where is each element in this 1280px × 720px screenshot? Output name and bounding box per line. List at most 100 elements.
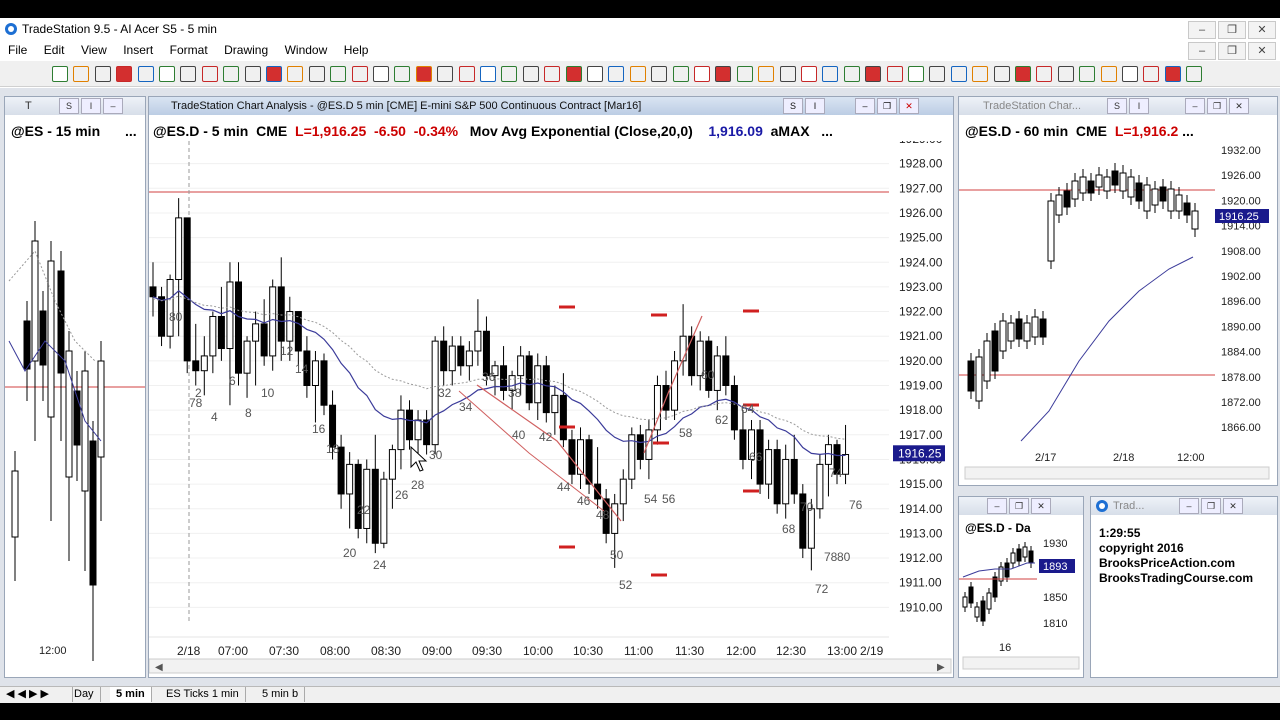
right-chart-plot[interactable]: 1932.001926.001920.001914.001908.001902.… [959, 141, 1277, 483]
tab-es-ticks[interactable]: ES Ticks 1 min [160, 687, 246, 702]
toolbar-tool-icon[interactable] [330, 66, 347, 82]
toolbar-tool-icon[interactable] [1122, 66, 1138, 82]
close-button[interactable]: ✕ [1248, 21, 1276, 39]
toolbar-tool-icon[interactable] [736, 66, 753, 82]
toolbar-tool-icon[interactable] [1186, 66, 1203, 82]
toolbar-tool-icon[interactable] [1164, 66, 1181, 82]
toolbar-tool-icon[interactable] [544, 66, 561, 82]
toolbar-tool-icon[interactable] [779, 66, 796, 82]
mdi-minimize-button[interactable]: – [1188, 42, 1216, 60]
toolbar-tool-icon[interactable] [94, 66, 111, 82]
toolbar-tool-icon[interactable] [159, 66, 175, 82]
menu-file[interactable]: File [2, 40, 33, 57]
right-chart-titlebar[interactable]: TradeStation Char... SI – ❐ ✕ [959, 97, 1277, 115]
s-icon[interactable]: S [59, 98, 79, 114]
info-window[interactable]: Trad... – ❐ ✕ 1:29:55 copyright 2016 Brook… [1090, 496, 1278, 678]
toolbar-tool-icon[interactable] [394, 66, 411, 82]
toolbar-tool-icon[interactable] [73, 66, 90, 82]
toolbar-tool-icon[interactable] [672, 66, 689, 82]
restore-icon[interactable]: ❐ [877, 98, 897, 114]
menu-view[interactable]: View [75, 40, 113, 57]
toolbar-tool-icon[interactable] [373, 66, 389, 82]
toolbar-tool-icon[interactable] [822, 66, 839, 82]
close-icon[interactable]: ✕ [1229, 98, 1249, 114]
toolbar-tool-icon[interactable] [886, 66, 903, 82]
mdi-close-button[interactable]: ✕ [1248, 42, 1276, 60]
toolbar-tool-icon[interactable] [244, 66, 261, 82]
toolbar-tool-icon[interactable] [52, 66, 68, 82]
toolbar-tool-icon[interactable] [201, 66, 218, 82]
toolbar-tool-icon[interactable] [993, 66, 1010, 82]
toolbar-tool-icon[interactable] [351, 66, 368, 82]
s-icon[interactable]: S [1107, 98, 1127, 114]
menu-edit[interactable]: Edit [38, 40, 71, 57]
toolbar-tool-icon[interactable] [180, 66, 197, 82]
toolbar-tool-icon[interactable] [287, 66, 304, 82]
close-icon[interactable]: ✕ [1031, 498, 1051, 514]
toolbar-tool-icon[interactable] [865, 66, 882, 82]
tab-day[interactable]: Day [68, 687, 101, 702]
toolbar-tool-icon[interactable] [950, 66, 967, 82]
minimize-icon[interactable]: – [1185, 98, 1205, 114]
minimize-icon[interactable]: – [103, 98, 123, 114]
main-chart-plot[interactable]: 1929.00 1928.00 1927.00 1926.00 1925.00 1924.… [149, 141, 953, 677]
minimize-button[interactable]: – [1188, 21, 1216, 39]
toolbar-tool-icon[interactable] [565, 66, 582, 82]
toolbar-tool-icon[interactable] [929, 66, 946, 82]
toolbar-tool-icon[interactable] [1057, 66, 1074, 82]
daily-chart-window[interactable]: – ❐ ✕ @ES.D - Da 1930 1893 1850 1810 16 [958, 496, 1084, 678]
mdi-restore-button[interactable]: ❐ [1218, 42, 1246, 60]
toolbar-tool-icon[interactable] [801, 66, 817, 82]
menu-drawing[interactable]: Drawing [218, 40, 274, 57]
tab-5-min-b[interactable]: 5 min b [256, 687, 306, 702]
left-chart-window[interactable]: T S I – @ES - 15 min ... 12:00 [4, 96, 146, 678]
toolbar-tool-icon[interactable] [908, 66, 924, 82]
minimize-icon[interactable]: – [855, 98, 875, 114]
tab-5-min[interactable]: 5 min [110, 687, 152, 702]
toolbar-tool-icon[interactable] [758, 66, 775, 82]
toolbar-tool-icon[interactable] [843, 66, 860, 82]
i-icon[interactable]: I [805, 98, 825, 114]
menu-insert[interactable]: Insert [117, 40, 159, 57]
toolbar-tool-icon[interactable] [308, 66, 325, 82]
menu-format[interactable]: Format [164, 40, 214, 57]
left-chart-titlebar[interactable]: T S I – [5, 97, 145, 115]
toolbar-tool-icon[interactable] [266, 66, 282, 82]
toolbar-tool-icon[interactable] [1036, 66, 1053, 82]
toolbar-tool-icon[interactable] [137, 66, 154, 82]
tab-nav-arrows[interactable]: ◀ ◀ ▶ ▶ [0, 687, 73, 702]
toolbar-tool-icon[interactable] [694, 66, 710, 82]
s-icon[interactable]: S [783, 98, 803, 114]
toolbar-tool-icon[interactable] [1100, 66, 1117, 82]
toolbar-tool-icon[interactable] [415, 66, 432, 82]
toolbar-tool-icon[interactable] [1015, 66, 1031, 82]
toolbar-tool-icon[interactable] [480, 66, 496, 82]
daily-chart-titlebar[interactable]: – ❐ ✕ [959, 497, 1083, 515]
toolbar-tool-icon[interactable] [715, 66, 732, 82]
toolbar-tool-icon[interactable] [1079, 66, 1096, 82]
i-icon[interactable]: I [1129, 98, 1149, 114]
toolbar-tool-icon[interactable] [223, 66, 240, 82]
toolbar-tool-icon[interactable] [116, 66, 133, 82]
toolbar-tool-icon[interactable] [608, 66, 625, 82]
toolbar-tool-icon[interactable] [501, 66, 518, 82]
close-icon[interactable]: ✕ [899, 98, 919, 114]
daily-chart-plot[interactable]: 1930 1893 1850 1810 16 [959, 537, 1083, 677]
main-chart-window[interactable]: TradeStation Chart Analysis - @ES.D 5 mi… [148, 96, 954, 678]
info-window-titlebar[interactable]: Trad... – ❐ ✕ [1091, 497, 1277, 515]
right-chart-window[interactable]: TradeStation Char... SI – ❐ ✕ @ES.D - 60 m… [958, 96, 1278, 486]
close-icon[interactable]: ✕ [1223, 498, 1243, 514]
toolbar-tool-icon[interactable] [1143, 66, 1160, 82]
minimize-icon[interactable]: – [1179, 498, 1199, 514]
restore-icon[interactable]: ❐ [1009, 498, 1029, 514]
toolbar-tool-icon[interactable] [972, 66, 989, 82]
toolbar-tool-icon[interactable] [458, 66, 475, 82]
menu-window[interactable]: Window [279, 40, 334, 57]
toolbar-tool-icon[interactable] [651, 66, 668, 82]
toolbar-tool-icon[interactable] [587, 66, 603, 82]
i-icon[interactable]: I [81, 98, 101, 114]
maximize-button[interactable]: ❐ [1218, 21, 1246, 39]
restore-icon[interactable]: ❐ [1207, 98, 1227, 114]
minimize-icon[interactable]: – [987, 498, 1007, 514]
main-chart-titlebar[interactable]: TradeStation Chart Analysis - @ES.D 5 mi… [149, 97, 953, 115]
